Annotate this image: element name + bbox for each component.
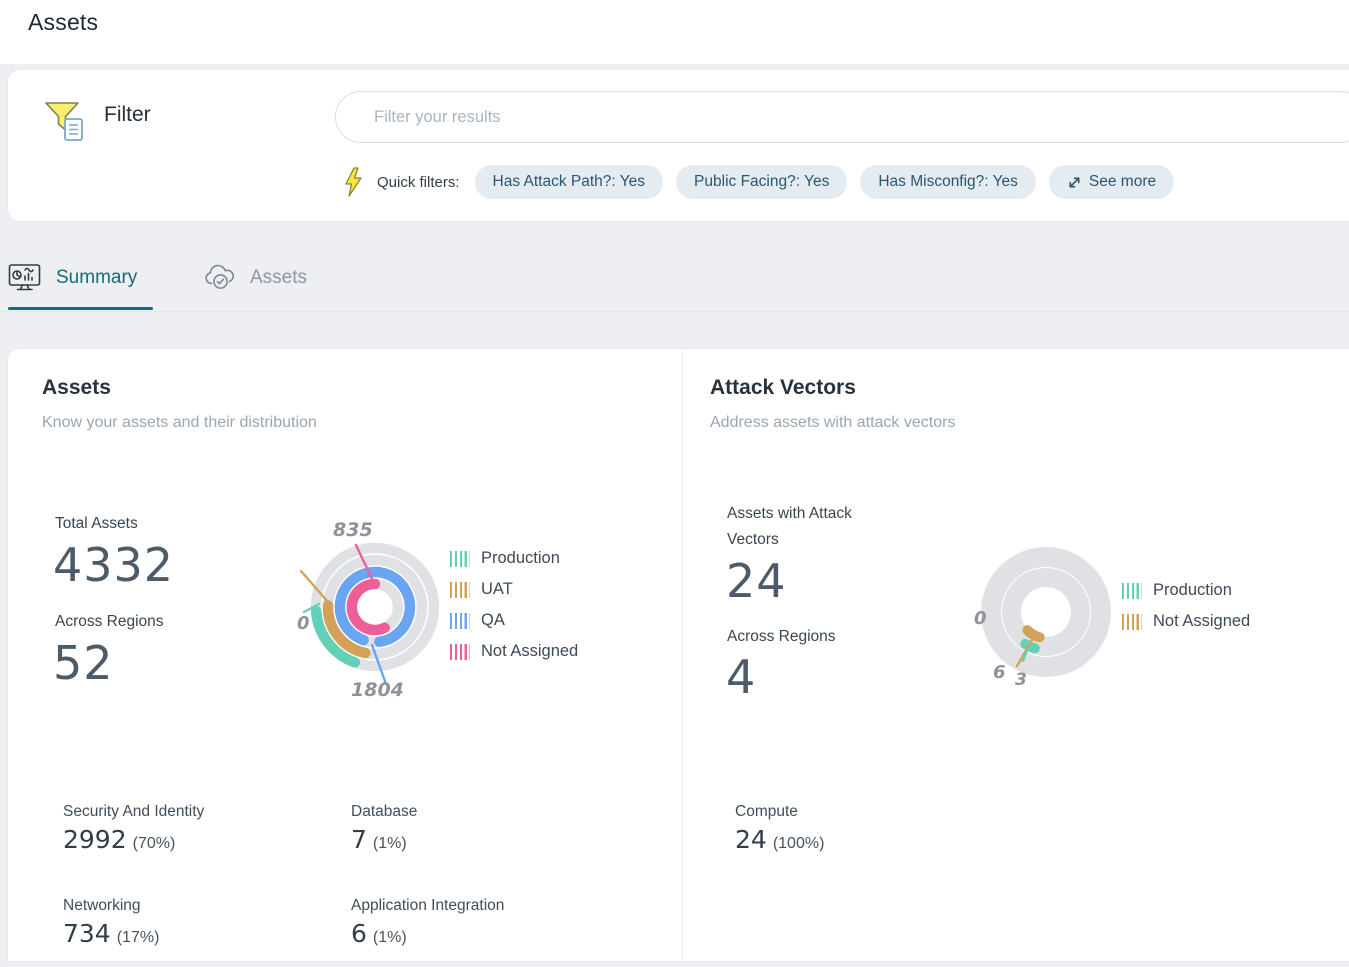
- breakdown-value: 2992 (70%): [63, 825, 175, 854]
- across-regions-value: 52: [53, 635, 114, 693]
- total-assets-value: 4332: [53, 537, 174, 595]
- breakdown-number: 24: [735, 825, 767, 854]
- chart-label-production: 0: [297, 613, 310, 634]
- breakdown-value: 24 (100%): [735, 825, 824, 854]
- legend-item-not-assigned[interactable]: Not Assigned: [1122, 606, 1250, 637]
- assets-with-attack-vectors-value: 24: [726, 553, 787, 611]
- breakdown-number: 2992: [63, 825, 127, 854]
- breakdown-label: Security And Identity: [63, 803, 204, 821]
- chart-label-not-assigned-value: 6: [993, 662, 1006, 683]
- attack-vectors-radial-chart[interactable]: 0 6 3: [961, 527, 1139, 719]
- legend-label: Production: [1153, 581, 1232, 600]
- qa-stripe-icon: [450, 613, 470, 629]
- breakdown-pct: (17%): [117, 929, 160, 946]
- tabs-row: Summary Assets: [0, 245, 1349, 312]
- legend-label: Production: [481, 549, 560, 568]
- summary-dashboard-icon: [8, 263, 42, 293]
- breakdown-pct: (100%): [773, 835, 825, 852]
- tab-assets[interactable]: Assets: [204, 245, 307, 310]
- top-header: Assets: [0, 0, 1349, 64]
- chart-label-not-assigned: 835: [333, 519, 373, 541]
- uat-stripe-icon: [450, 582, 470, 598]
- production-stripe-icon: [1122, 583, 1142, 599]
- lightning-icon: [342, 166, 364, 198]
- legend-item-not-assigned[interactable]: Not Assigned: [450, 636, 578, 667]
- chip-label: Has Misconfig?: Yes: [878, 173, 1018, 191]
- breakdown-pct: (70%): [133, 835, 176, 852]
- panel-divider: [682, 349, 683, 961]
- legend-item-uat[interactable]: UAT: [450, 574, 578, 605]
- assets-chart-legend: Production UAT QA Not Assigned: [450, 543, 578, 667]
- production-stripe-icon: [450, 551, 470, 567]
- filter-input-wrap: [335, 91, 1349, 143]
- breakdown-label: Compute: [735, 803, 798, 821]
- across-regions-label: Across Regions: [55, 613, 164, 631]
- assets-distribution-radial-chart[interactable]: 835 1804 0: [295, 505, 447, 705]
- expand-icon: [1067, 175, 1082, 190]
- total-assets-label: Total Assets: [55, 515, 138, 533]
- attack-vectors-section-subtitle: Address assets with attack vectors: [710, 414, 955, 432]
- tab-assets-label: Assets: [250, 267, 307, 289]
- active-tab-underline: [8, 307, 153, 310]
- breakdown-label: Application Integration: [351, 897, 504, 915]
- tab-summary-label: Summary: [56, 267, 137, 289]
- legend-item-production[interactable]: Production: [1122, 575, 1250, 606]
- quick-filter-chip-misconfig[interactable]: Has Misconfig?: Yes: [860, 165, 1036, 199]
- breakdown-number: 7: [351, 825, 367, 854]
- breakdown-pct: (1%): [373, 835, 407, 852]
- summary-panel: Assets Know your assets and their distri…: [8, 349, 1349, 961]
- quick-filter-chip-attack-path[interactable]: Has Attack Path?: Yes: [475, 165, 664, 199]
- quick-filters-label: Quick filters:: [377, 174, 460, 191]
- filter-funnel-icon: [40, 96, 90, 151]
- breakdown-value: 734 (17%): [63, 919, 159, 948]
- quick-filter-chip-public-facing[interactable]: Public Facing?: Yes: [676, 165, 847, 199]
- quick-filters-row: Quick filters: Has Attack Path?: Yes Pub…: [342, 165, 1174, 199]
- breakdown-label: Database: [351, 803, 417, 821]
- page-title: Assets: [28, 9, 98, 36]
- not-assigned-stripe-icon: [1122, 614, 1142, 630]
- legend-item-production[interactable]: Production: [450, 543, 578, 574]
- attack-across-regions-value: 4: [726, 649, 756, 707]
- filter-input[interactable]: [336, 92, 1349, 142]
- chip-label: Has Attack Path?: Yes: [493, 173, 646, 191]
- breakdown-pct: (1%): [373, 929, 407, 946]
- assets-section-title: Assets: [42, 376, 111, 400]
- breakdown-label: Networking: [63, 897, 141, 915]
- breakdown-value: 7 (1%): [351, 825, 407, 854]
- legend-label: Not Assigned: [1153, 612, 1250, 631]
- legend-label: Not Assigned: [481, 642, 578, 661]
- tab-summary[interactable]: Summary: [8, 245, 137, 310]
- legend-item-qa[interactable]: QA: [450, 605, 578, 636]
- see-more-label: See more: [1089, 173, 1156, 191]
- breakdown-value: 6 (1%): [351, 919, 407, 948]
- assets-with-attack-vectors-label: Assets with Attack Vectors: [727, 501, 902, 553]
- breakdown-number: 6: [351, 919, 367, 948]
- filter-panel: Filter Quick filters: Has Attack Path?: …: [8, 70, 1349, 221]
- see-more-button[interactable]: See more: [1049, 165, 1174, 199]
- chart-label-qa: 1804: [351, 679, 404, 701]
- breakdown-number: 734: [63, 919, 111, 948]
- cloud-check-icon: [204, 264, 236, 291]
- chip-label: Public Facing?: Yes: [694, 173, 829, 191]
- filter-label: Filter: [104, 103, 151, 127]
- legend-label: QA: [481, 611, 505, 630]
- assets-section-subtitle: Know your assets and their distribution: [42, 414, 317, 432]
- chart-label-production-value: 3: [1015, 670, 1027, 690]
- not-assigned-stripe-icon: [450, 644, 470, 660]
- legend-label: UAT: [481, 580, 513, 599]
- attack-vectors-section-title: Attack Vectors: [710, 376, 856, 400]
- attack-across-regions-label: Across Regions: [727, 628, 836, 646]
- chart-label-zero: 0: [974, 608, 987, 629]
- attack-chart-legend: Production Not Assigned: [1122, 575, 1250, 637]
